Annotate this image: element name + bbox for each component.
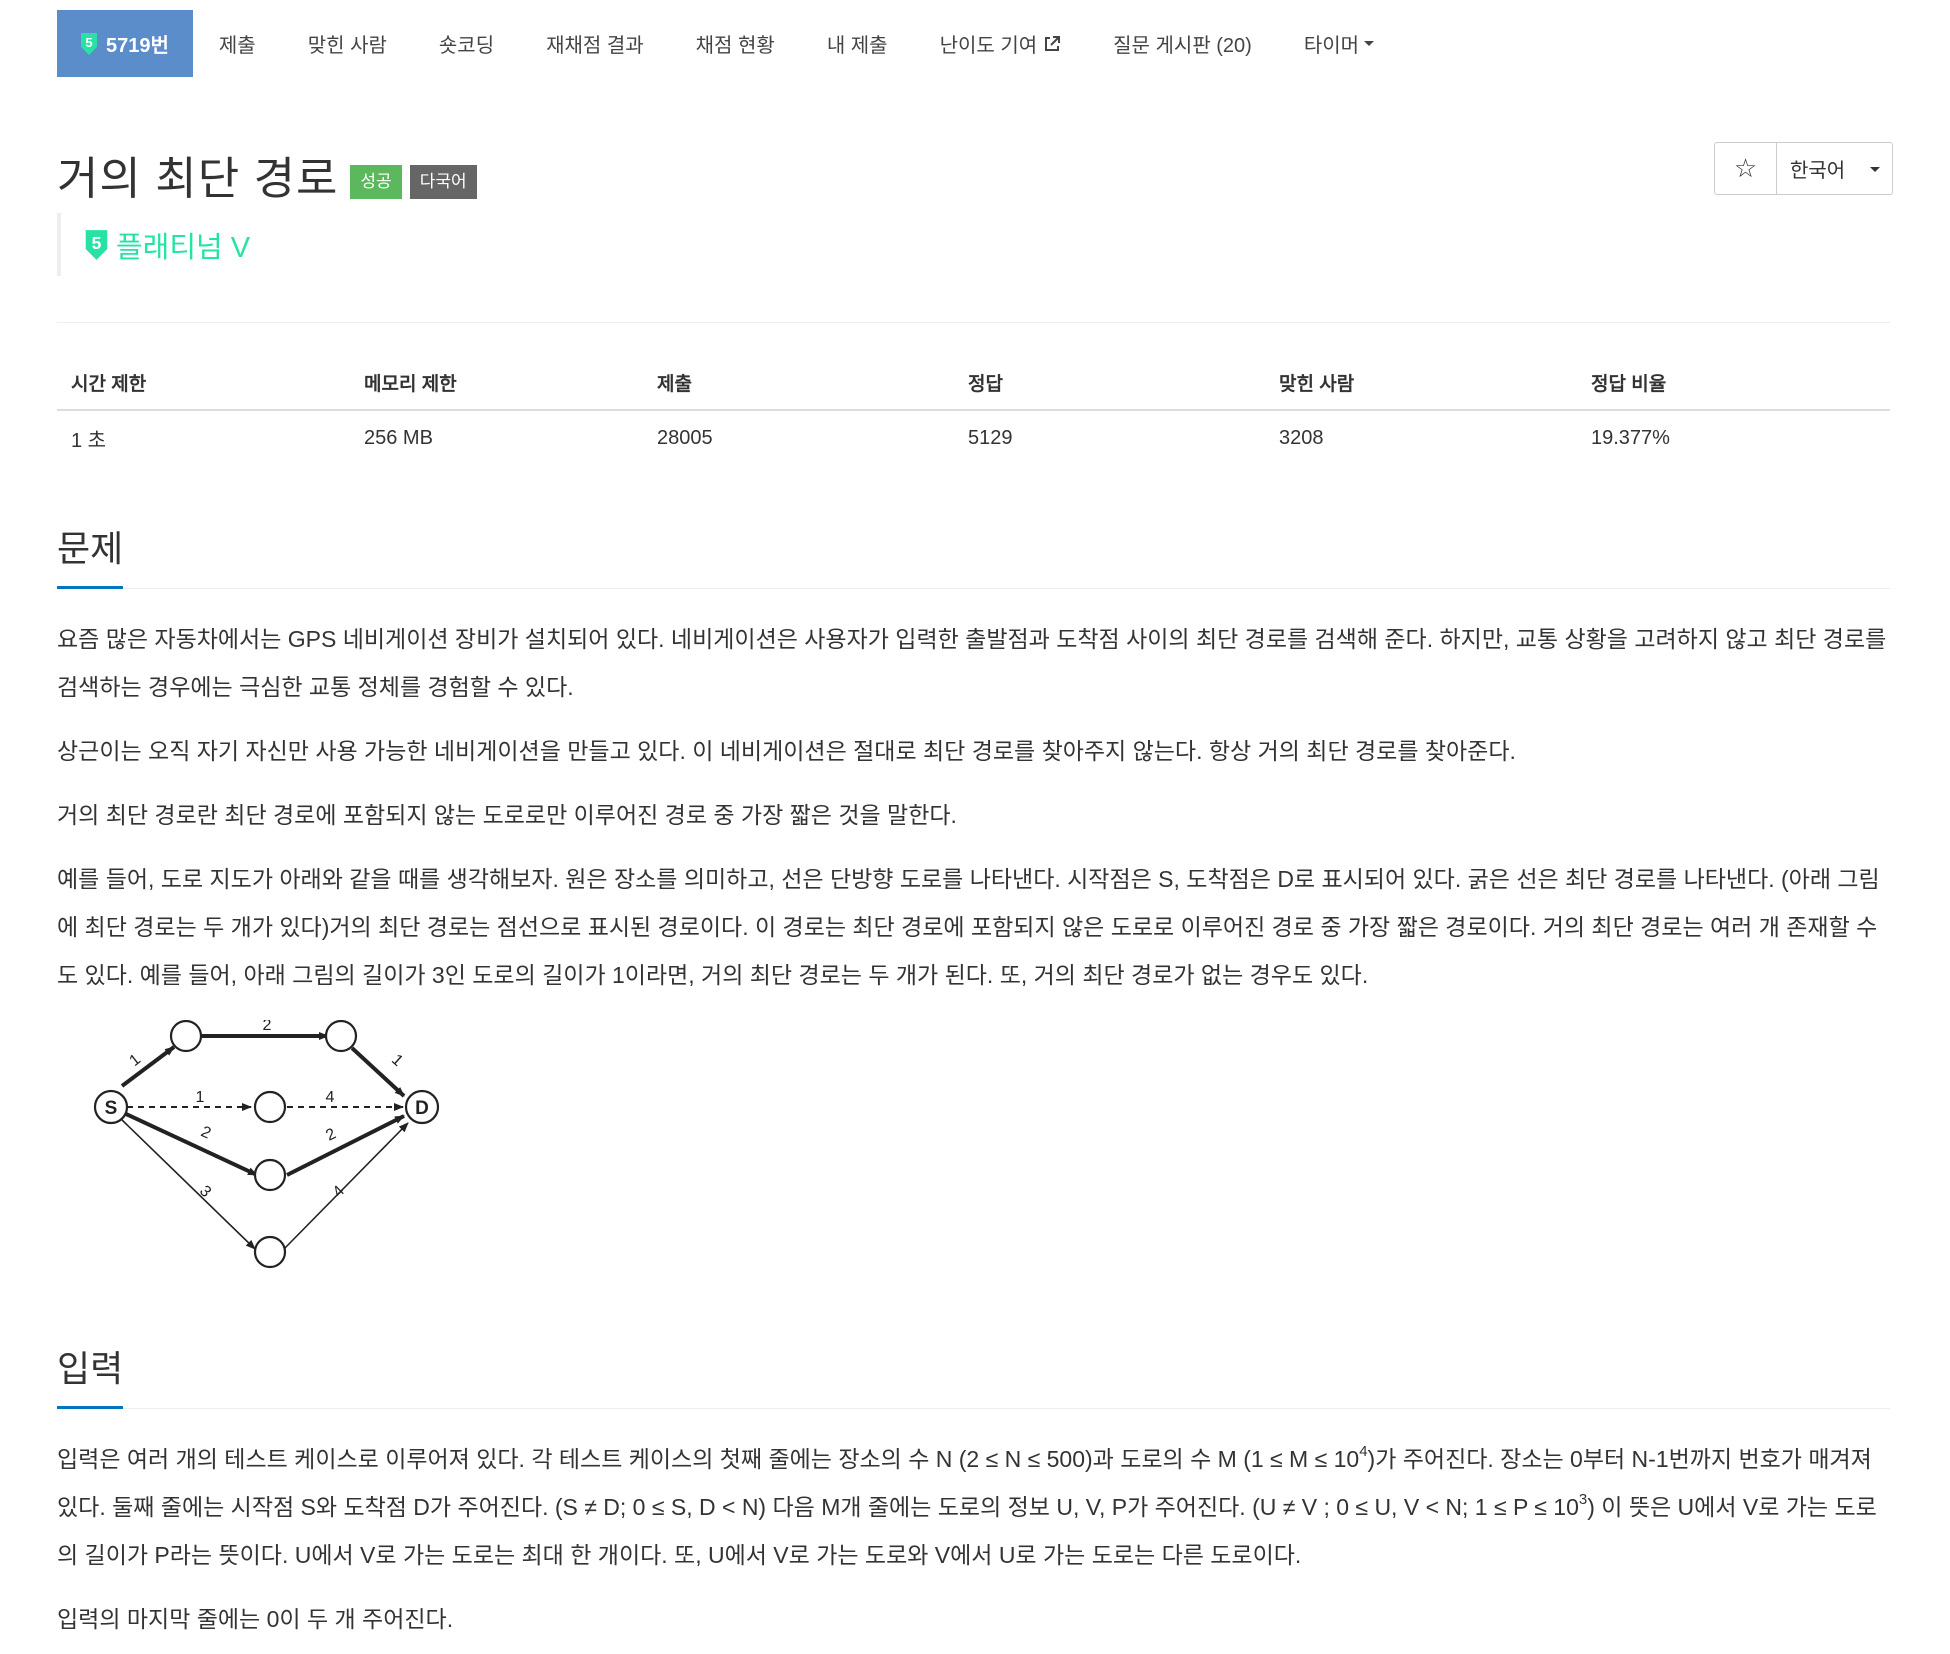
favorite-star-button[interactable]: ☆: [1715, 143, 1777, 194]
stats-header-row: 시간 제한 메모리 제한 제출 정답 맞힌 사람 정답 비율: [57, 355, 1890, 411]
language-controls: ☆ 한국어: [1714, 142, 1893, 195]
graph-edge-label: 4: [330, 1183, 348, 1201]
stats-header-memory-limit: 메모리 제한: [350, 355, 643, 411]
stats-accepted: 5129: [968, 427, 1013, 449]
problem-title-row: 거의 최단 경로 성공 다국어: [57, 142, 477, 207]
tier-label: 플래티넘 V: [116, 231, 251, 264]
caret-down-icon: [1364, 41, 1375, 46]
nav-solved-users[interactable]: 맞힌 사람: [282, 10, 413, 77]
graph-node: [253, 1090, 287, 1124]
svg-text:5: 5: [92, 233, 102, 253]
graph-edge-label: 2: [323, 1125, 339, 1144]
nav-submit[interactable]: 제출: [193, 10, 282, 77]
input-section-header: 입력: [57, 1340, 1890, 1409]
graph-edge-label: 4: [326, 1089, 335, 1106]
caret-down-icon: [1870, 167, 1880, 172]
problem-paragraph: 거의 최단 경로란 최단 경로에 포함되지 않는 도로로만 이루어진 경로 중 …: [57, 802, 957, 828]
problem-number-tab[interactable]: 5 5719번: [57, 10, 193, 77]
stats-time-limit: 1 초: [71, 430, 107, 452]
success-badge: 성공: [350, 164, 402, 199]
problem-paragraph: 상근이는 오직 자기 자신만 사용 가능한 네비게이션을 만들고 있다. 이 네…: [57, 738, 1516, 764]
graph-edge: [283, 1122, 409, 1250]
problem-section-title: 문제: [57, 520, 124, 589]
divider: [57, 322, 1890, 323]
stats-submissions: 28005: [657, 427, 713, 449]
input-section-title: 입력: [57, 1340, 124, 1409]
input-superscript: 3: [1578, 1491, 1588, 1509]
graph-edge-label: 1: [126, 1051, 144, 1070]
stats-header-solved-users: 맞힌 사람: [1265, 355, 1577, 411]
stats-value-row: 1 초 256 MB 28005 5129 3208 19.377%: [57, 410, 1890, 466]
graph-edge-label: 2: [198, 1123, 213, 1142]
external-link-icon: [1045, 35, 1061, 51]
graph-node-label-s: S: [105, 1098, 118, 1119]
graph-edge: [123, 1111, 258, 1177]
problem-stats-table: 시간 제한 메모리 제한 제출 정답 맞힌 사람 정답 비율 1 초 256 M…: [57, 355, 1890, 466]
stats-header-accept-ratio: 정답 비율: [1577, 355, 1890, 411]
graph-node: [253, 1235, 287, 1269]
graph-node-label-d: D: [415, 1098, 429, 1119]
problem-tier[interactable]: 5 플래티넘 V: [57, 213, 250, 276]
page-title: 거의 최단 경로: [57, 153, 339, 204]
stats-accept-ratio: 19.377%: [1591, 427, 1670, 449]
input-text: 입력은 여러 개의 테스트 케이스로 이루어져 있다. 각 테스트 케이스의 첫…: [57, 1446, 1360, 1472]
stats-memory-limit: 256 MB: [364, 427, 433, 449]
graph-edge-label: 1: [388, 1051, 406, 1070]
svg-text:5: 5: [85, 35, 92, 50]
nav-difficulty-contribution[interactable]: 난이도 기여: [914, 10, 1088, 77]
problem-nav: 5 5719번 제출 맞힌 사람 숏코딩 재채점 결과 채점 현황 내 제출 난…: [57, 10, 1400, 77]
graph-node: [169, 1020, 203, 1053]
problem-paragraph: 예를 들어, 도로 지도가 아래와 같을 때를 생각해보자. 원은 장소를 의미…: [57, 866, 1880, 988]
nav-timer[interactable]: 타이머: [1278, 10, 1400, 77]
graph-edge-label: 3: [196, 1183, 214, 1201]
language-select-value: 한국어: [1790, 160, 1846, 182]
input-paragraph: 입력의 마지막 줄에는 0이 두 개 주어진다.: [57, 1606, 454, 1632]
nav-difficulty-label: 난이도 기여: [939, 35, 1038, 57]
graph-edge: [120, 1118, 256, 1250]
multilingual-badge: 다국어: [409, 164, 477, 199]
graph-node: [324, 1020, 358, 1053]
graph-node: [253, 1158, 287, 1192]
nav-rejudge-results[interactable]: 재채점 결과: [520, 10, 670, 77]
stats-solved-users: 3208: [1279, 427, 1324, 449]
problem-paragraph: 요즘 많은 자동차에서는 GPS 네비게이션 장비가 설치되어 있다. 네비게이…: [57, 626, 1887, 700]
stats-header-time-limit: 시간 제한: [57, 355, 350, 411]
language-select[interactable]: 한국어: [1777, 143, 1892, 194]
problem-description: 요즘 많은 자동차에서는 GPS 네비게이션 장비가 설치되어 있다. 네비게이…: [57, 615, 1890, 1015]
stats-header-accepted: 정답: [954, 355, 1265, 411]
problem-number-label: 5719번: [106, 35, 169, 57]
tier-shield-icon: 5: [85, 229, 108, 260]
graph-edge-label: 1: [196, 1089, 205, 1106]
nav-timer-label: 타이머: [1303, 35, 1360, 57]
nav-my-submissions[interactable]: 내 제출: [801, 10, 914, 77]
nav-judge-status[interactable]: 채점 현황: [670, 10, 801, 77]
nav-short-coding[interactable]: 숏코딩: [413, 10, 520, 77]
tier-shield-icon: 5: [81, 32, 97, 55]
stats-header-submissions: 제출: [643, 355, 954, 411]
nav-question-board[interactable]: 질문 게시판 (20): [1087, 10, 1278, 77]
example-road-graph: S D 1 2 1 1 4 2 2 3 4: [93, 1020, 440, 1269]
input-superscript: 4: [1359, 1443, 1368, 1461]
input-paragraph: 입력은 여러 개의 테스트 케이스로 이루어져 있다. 각 테스트 케이스의 첫…: [57, 1435, 1890, 1579]
problem-section-header: 문제: [57, 520, 1890, 589]
graph-edge-label: 2: [263, 1020, 272, 1034]
input-description: 입력은 여러 개의 테스트 케이스로 이루어져 있다. 각 테스트 케이스의 첫…: [57, 1435, 1890, 1654]
